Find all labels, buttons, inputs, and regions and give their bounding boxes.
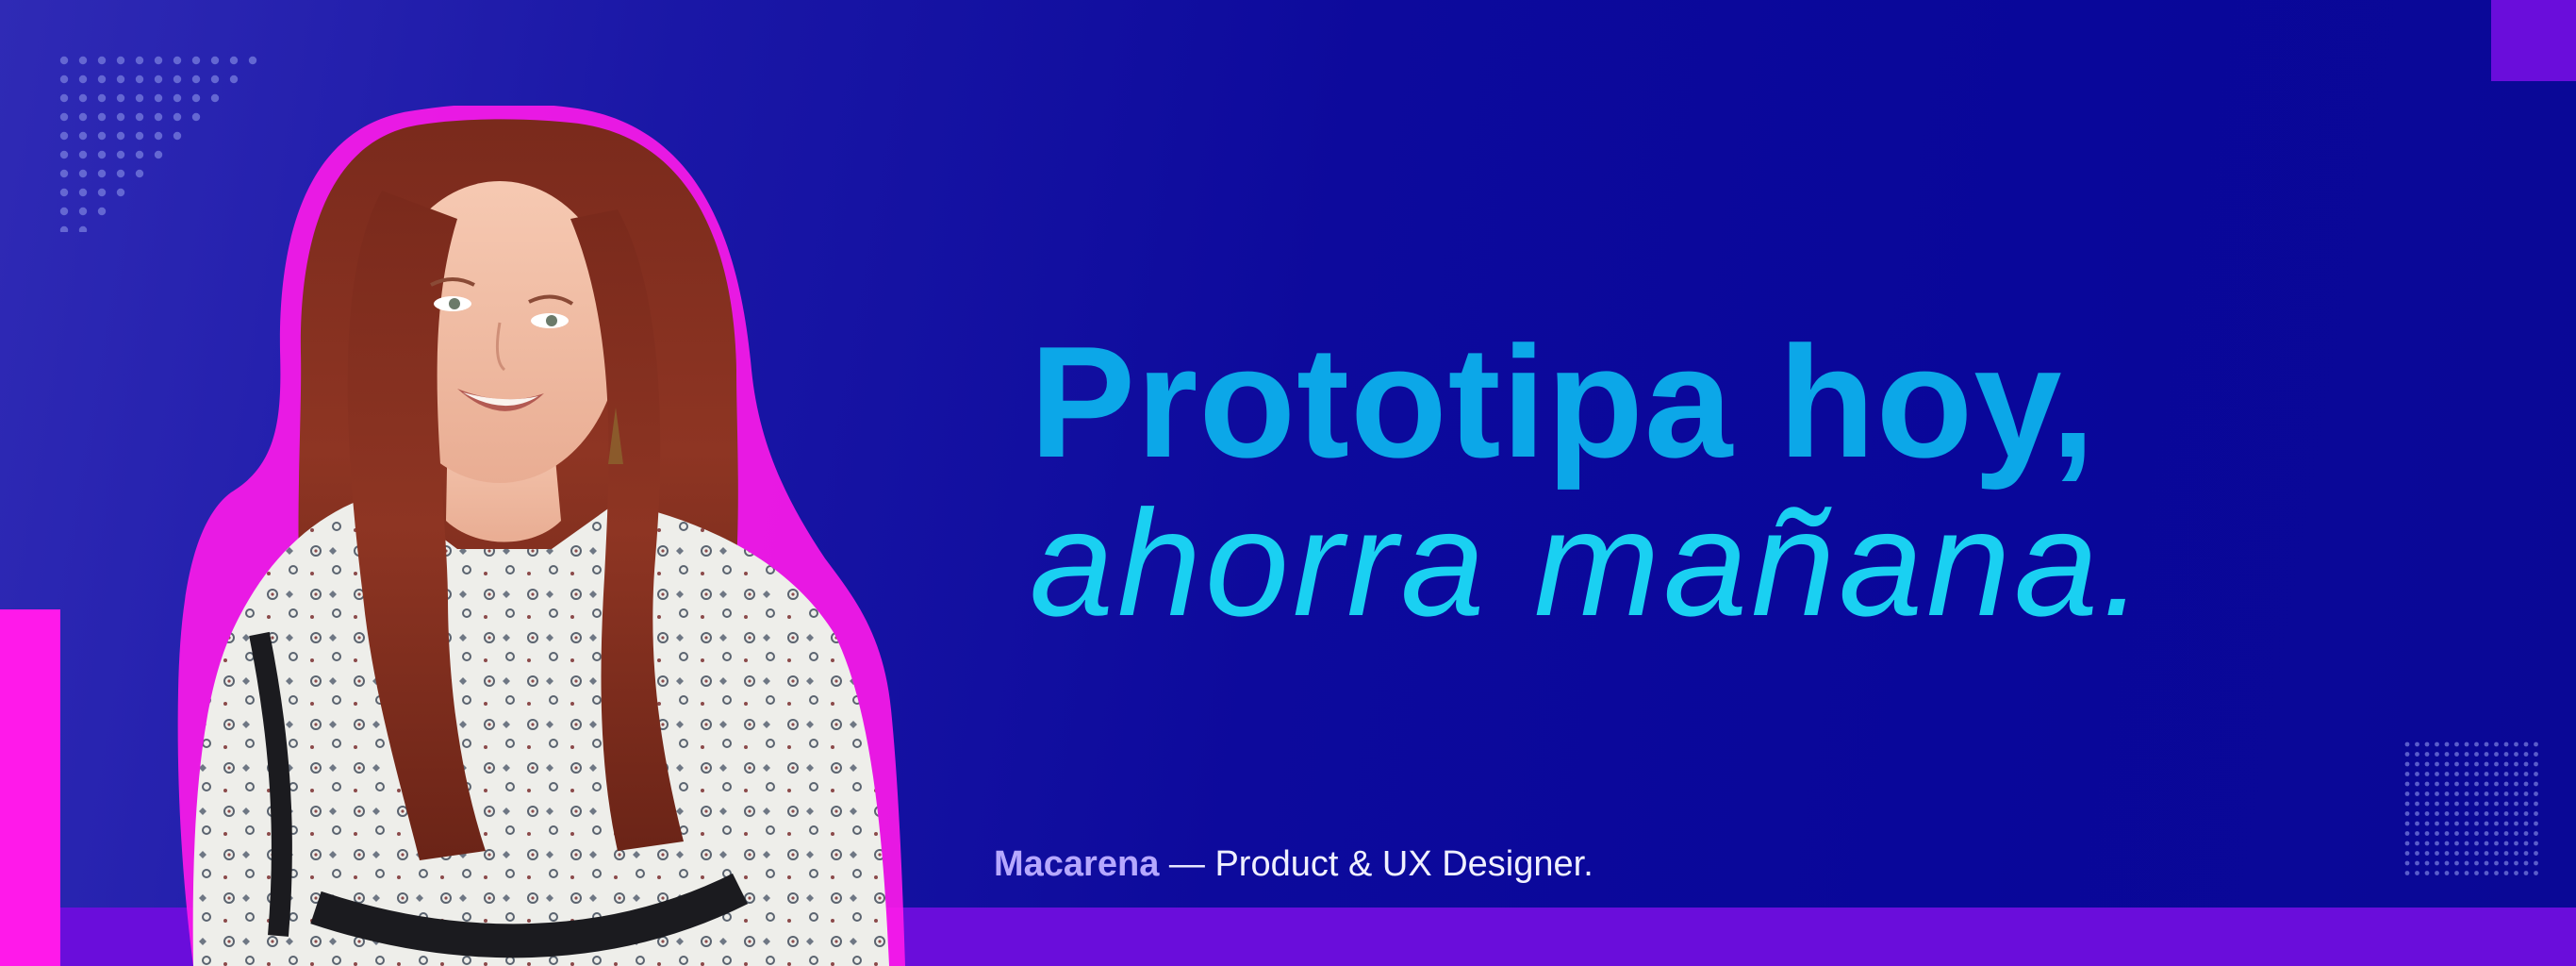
signature-role: Product & UX Designer.	[1214, 844, 1593, 884]
left-accent-bar	[0, 609, 60, 966]
headline-primary: Prototipa hoy,	[1030, 313, 2096, 491]
headline: Prototipa hoy, ahorra mañana.	[1030, 321, 2444, 643]
signature-name: Macarena	[994, 844, 1160, 884]
headline-secondary: ahorra mañana.	[1030, 478, 2148, 647]
corner-accent-square	[2491, 0, 2576, 81]
dot-pattern-grid-icon	[2404, 741, 2538, 875]
portrait-photo	[177, 106, 905, 966]
hero-banner: Prototipa hoy, ahorra mañana. Macarena —…	[0, 0, 2576, 966]
signature-separator: —	[1159, 844, 1215, 884]
signature: Macarena — Product & UX Designer.	[994, 842, 1593, 886]
